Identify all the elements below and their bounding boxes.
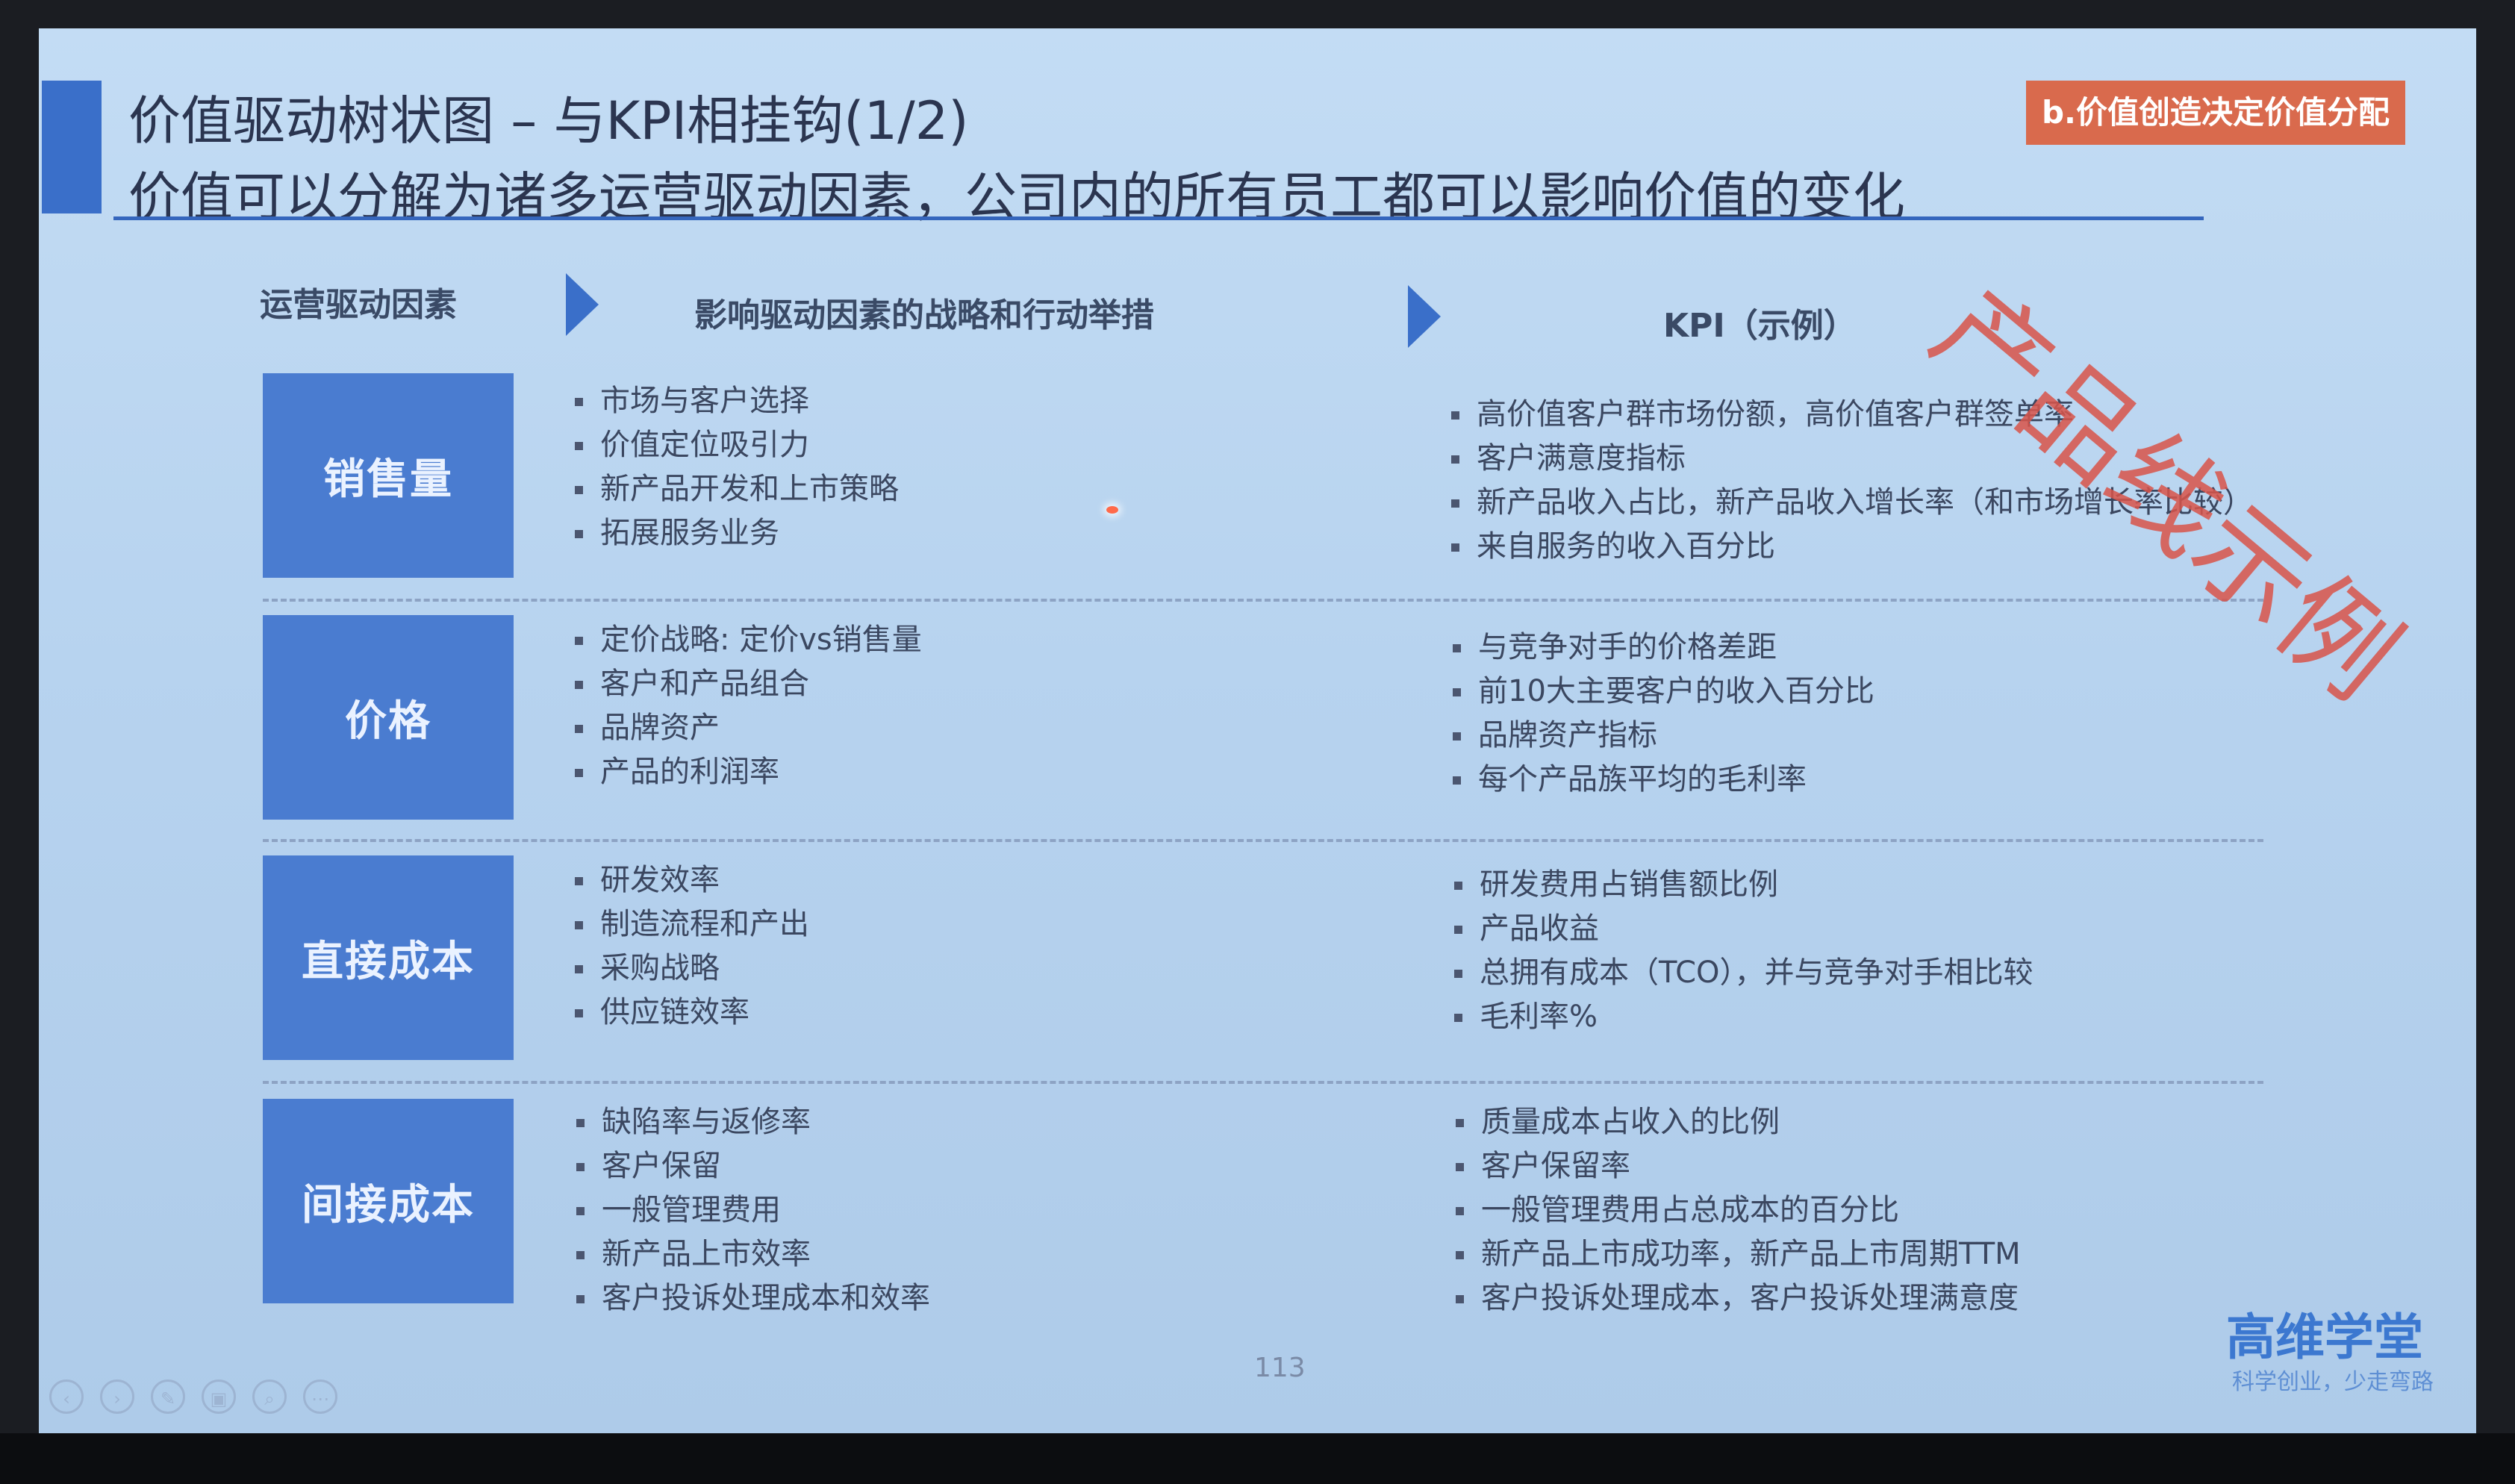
- kpi-list: 与竞争对手的价格差距 前10大主要客户的收入百分比 品牌资产指标 每个产品族平均…: [1450, 626, 1874, 802]
- list-item: 缺陷率与返修率: [573, 1100, 930, 1144]
- driver-box-indirect-cost: 间接成本: [263, 1099, 514, 1303]
- slides-icon[interactable]: ▣: [202, 1379, 236, 1414]
- list-item: 新产品上市效率: [573, 1232, 930, 1276]
- list-item: 采购战略: [572, 947, 809, 991]
- list-item: 毛利率%: [1451, 995, 2033, 1039]
- list-item: 制造流程和产出: [572, 902, 809, 947]
- list-item: 产品的利润率: [572, 750, 922, 794]
- list-item: 供应链效率: [572, 991, 809, 1035]
- header-drivers: 运营驱动因素: [260, 286, 457, 324]
- list-item: 客户保留率: [1453, 1144, 2021, 1188]
- next-icon[interactable]: ›: [100, 1379, 134, 1414]
- list-item: 客户投诉处理成本和效率: [573, 1276, 930, 1321]
- zoom-icon[interactable]: ⌕: [252, 1379, 287, 1414]
- kpi-list: 质量成本占收入的比例 客户保留率 一般管理费用占总成本的百分比 新产品上市成功率…: [1453, 1100, 2021, 1321]
- list-item: 定价战略: 定价vs销售量: [572, 618, 922, 662]
- list-item: 品牌资产指标: [1450, 714, 1874, 758]
- section-tag: b.价值创造决定价值分配: [2026, 81, 2405, 145]
- list-item: 前10大主要客户的收入百分比: [1450, 670, 1874, 714]
- slide-title: 价值驱动树状图 – 与KPI相挂钩(1/2): [128, 90, 969, 152]
- kpi-list: 研发费用占销售额比例 产品收益 总拥有成本（TCO），并与竞争对手相比较 毛利率…: [1451, 863, 2033, 1039]
- list-item: 研发效率: [572, 858, 809, 902]
- list-item: 一般管理费用: [573, 1188, 930, 1232]
- list-item: 研发费用占销售额比例: [1451, 863, 2033, 907]
- list-item: 与竞争对手的价格差距: [1450, 626, 1874, 670]
- list-item: 拓展服务业务: [572, 511, 899, 555]
- list-item: 总拥有成本（TCO），并与竞争对手相比较: [1451, 951, 2033, 995]
- list-item: 新产品开发和上市策略: [572, 467, 899, 511]
- action-list: 定价战略: 定价vs销售量 客户和产品组合 品牌资产 产品的利润率: [572, 618, 922, 794]
- list-item: 一般管理费用占总成本的百分比: [1453, 1188, 2021, 1232]
- row-divider: [263, 839, 2263, 842]
- row-divider: [263, 1081, 2263, 1084]
- arrow-right-icon: [1408, 285, 1441, 348]
- action-list: 缺陷率与返修率 客户保留 一般管理费用 新产品上市效率 客户投诉处理成本和效率: [573, 1100, 930, 1321]
- audience-silhouette: [0, 1433, 2515, 1484]
- list-item: 每个产品族平均的毛利率: [1450, 758, 1874, 802]
- list-item: 客户投诉处理成本，客户投诉处理满意度: [1453, 1276, 2021, 1321]
- page-number: 113: [1254, 1353, 1306, 1383]
- action-list: 研发效率 制造流程和产出 采购战略 供应链效率: [572, 858, 809, 1035]
- laser-pointer-dot: [1106, 506, 1118, 514]
- presentation-controls: ‹ › ✎ ▣ ⌕ ⋯: [49, 1379, 337, 1414]
- action-list: 市场与客户选择 价值定位吸引力 新产品开发和上市策略 拓展服务业务: [572, 379, 899, 555]
- more-icon[interactable]: ⋯: [303, 1379, 337, 1414]
- list-item: 市场与客户选择: [572, 379, 899, 423]
- driver-box-direct-cost: 直接成本: [263, 855, 514, 1060]
- title-underline: [113, 216, 2204, 220]
- driver-box-price: 价格: [263, 615, 514, 820]
- title-accent-bar: [42, 81, 102, 213]
- list-item: 质量成本占收入的比例: [1453, 1100, 2021, 1144]
- list-item: 新产品上市成功率，新产品上市周期TTM: [1453, 1232, 2021, 1276]
- row-divider: [263, 599, 2263, 602]
- list-item: 客户保留: [573, 1144, 930, 1188]
- header-kpi: KPI（示例）: [1663, 307, 1857, 345]
- list-item: 产品收益: [1451, 907, 2033, 951]
- arrow-right-icon: [566, 273, 599, 336]
- brand-slogan: 科学创业，少走弯路: [2232, 1369, 2434, 1395]
- brand-logo-text: 高维学堂: [2226, 1309, 2423, 1366]
- pen-icon[interactable]: ✎: [151, 1379, 185, 1414]
- list-item: 客户和产品组合: [572, 662, 922, 706]
- prev-icon[interactable]: ‹: [49, 1379, 84, 1414]
- slide-screen: 价值驱动树状图 – 与KPI相挂钩(1/2) 价值可以分解为诸多运营驱动因素，公…: [39, 28, 2476, 1433]
- driver-box-sales-volume: 销售量: [263, 373, 514, 578]
- list-item: 品牌资产: [572, 706, 922, 750]
- list-item: 价值定位吸引力: [572, 423, 899, 467]
- header-actions: 影响驱动因素的战略和行动举措: [694, 296, 1154, 334]
